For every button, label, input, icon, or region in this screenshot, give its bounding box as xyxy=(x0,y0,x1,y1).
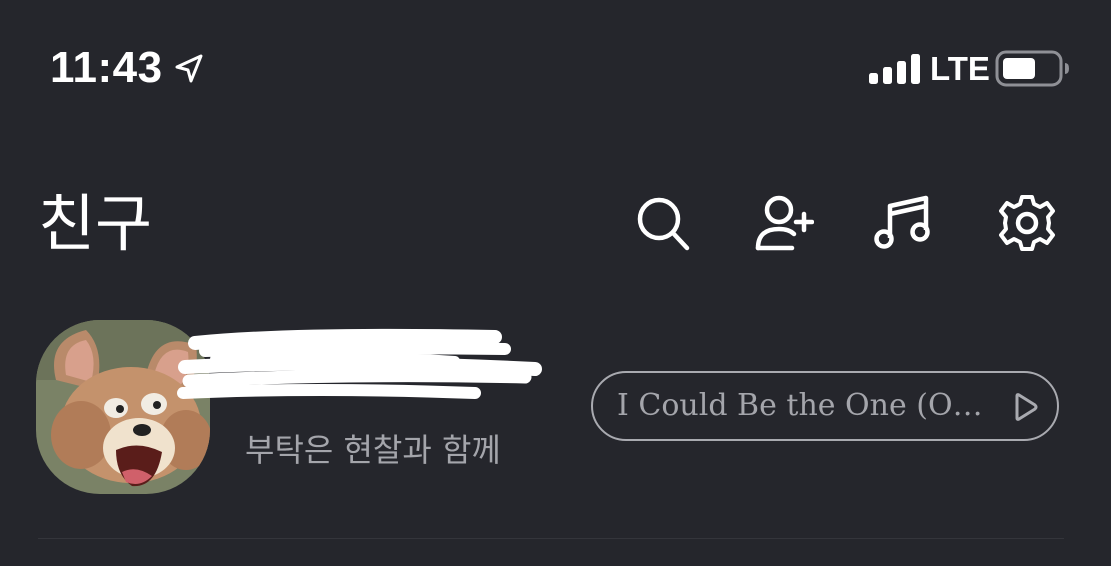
cellular-signal-icon xyxy=(869,53,923,85)
profile-music-title: I Could Be the One (O… xyxy=(617,388,983,423)
settings-gear-icon[interactable] xyxy=(996,192,1058,254)
network-type: LTE xyxy=(930,50,990,87)
play-icon xyxy=(1011,393,1039,421)
status-time: 11:43 xyxy=(50,43,163,92)
location-arrow-icon xyxy=(172,52,206,86)
battery-icon xyxy=(995,50,1071,88)
status-message: 부탁은 현찰과 함께 xyxy=(245,431,501,469)
search-icon[interactable] xyxy=(632,192,694,254)
page-title: 친구 xyxy=(38,187,153,260)
add-friend-icon[interactable] xyxy=(752,192,815,254)
music-icon[interactable] xyxy=(872,192,934,254)
redacted-name-scribble xyxy=(175,325,545,415)
profile-music-button[interactable]: I Could Be the One (O… xyxy=(591,371,1059,441)
divider xyxy=(38,538,1064,539)
